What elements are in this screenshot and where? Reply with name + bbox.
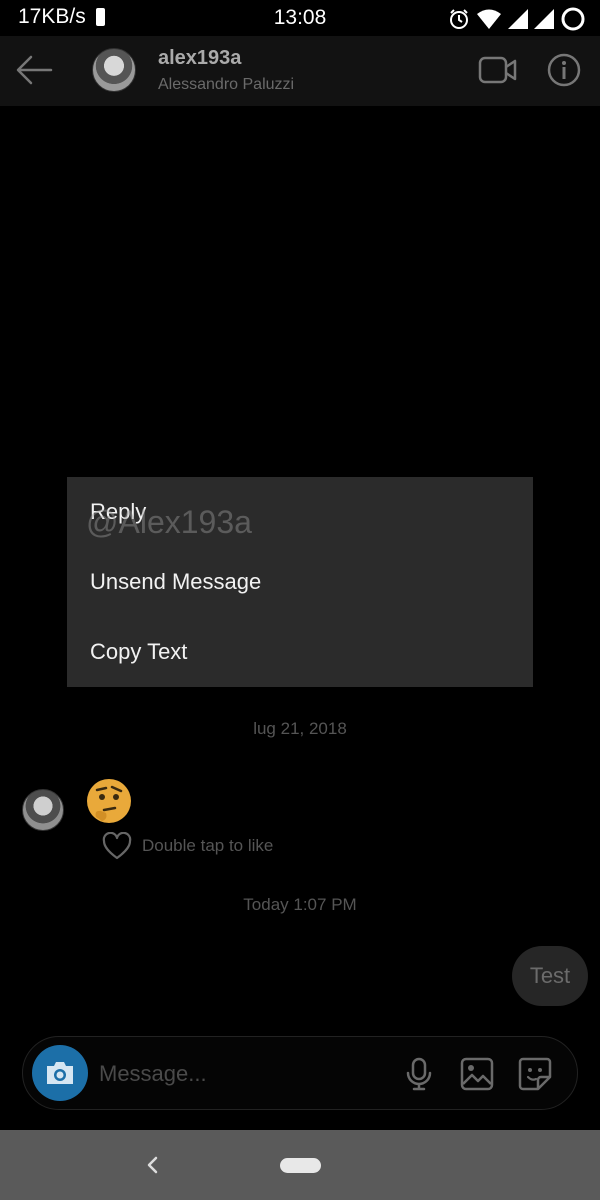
nav-back-icon[interactable] [142, 1154, 162, 1176]
arrow-left-icon[interactable] [14, 52, 54, 88]
like-hint-text: Double tap to like [142, 836, 274, 855]
sent-message-text: Test [529, 963, 571, 988]
menu-item-label: Unsend Message [90, 569, 262, 594]
sticker-icon[interactable] [517, 1056, 553, 1092]
sent-message-bubble[interactable]: Test [512, 946, 588, 1006]
status-right [448, 6, 586, 32]
menu-item-unsend-message[interactable]: Unsend Message [67, 552, 533, 612]
header-username[interactable]: alex193a [158, 47, 241, 70]
header-fullname: Alessandro Paluzzi [158, 76, 295, 93]
watermark: @Alex193a [86, 504, 252, 540]
gallery-icon[interactable] [459, 1056, 495, 1092]
signal-icon [508, 9, 528, 29]
signal-icon [534, 9, 554, 29]
video-call-icon[interactable] [478, 54, 518, 86]
camera-icon [47, 1062, 73, 1084]
sender-avatar[interactable] [22, 789, 64, 831]
thinking-face-emoji[interactable] [84, 777, 134, 827]
camera-button[interactable] [32, 1045, 88, 1101]
message-input[interactable] [99, 1055, 379, 1093]
microphone-icon[interactable] [401, 1056, 437, 1092]
date-separator: Today 1:07 PM [243, 895, 357, 914]
menu-item-label: Copy Text [90, 639, 188, 664]
date-separator: lug 21, 2018 [253, 719, 347, 738]
heart-icon[interactable] [102, 832, 132, 860]
status-bar: 17KB/s 13:08 [0, 0, 600, 36]
menu-item-copy-text[interactable]: Copy Text [67, 622, 533, 682]
chat-header: alex193a Alessandro Paluzzi [0, 36, 600, 106]
system-nav-bar [0, 1130, 600, 1200]
wifi-icon [477, 9, 501, 29]
like-hint[interactable]: Double tap to like [102, 832, 273, 860]
oneplus-ring-icon [561, 7, 585, 31]
avatar[interactable] [92, 48, 136, 92]
nav-home-pill[interactable] [280, 1158, 321, 1173]
direct-message-screen: 17KB/s 13:08 alex193a Alessandro Paluzzi… [0, 0, 600, 1200]
info-icon[interactable] [546, 52, 582, 88]
message-composer [22, 1036, 578, 1110]
alarm-icon [450, 9, 468, 29]
